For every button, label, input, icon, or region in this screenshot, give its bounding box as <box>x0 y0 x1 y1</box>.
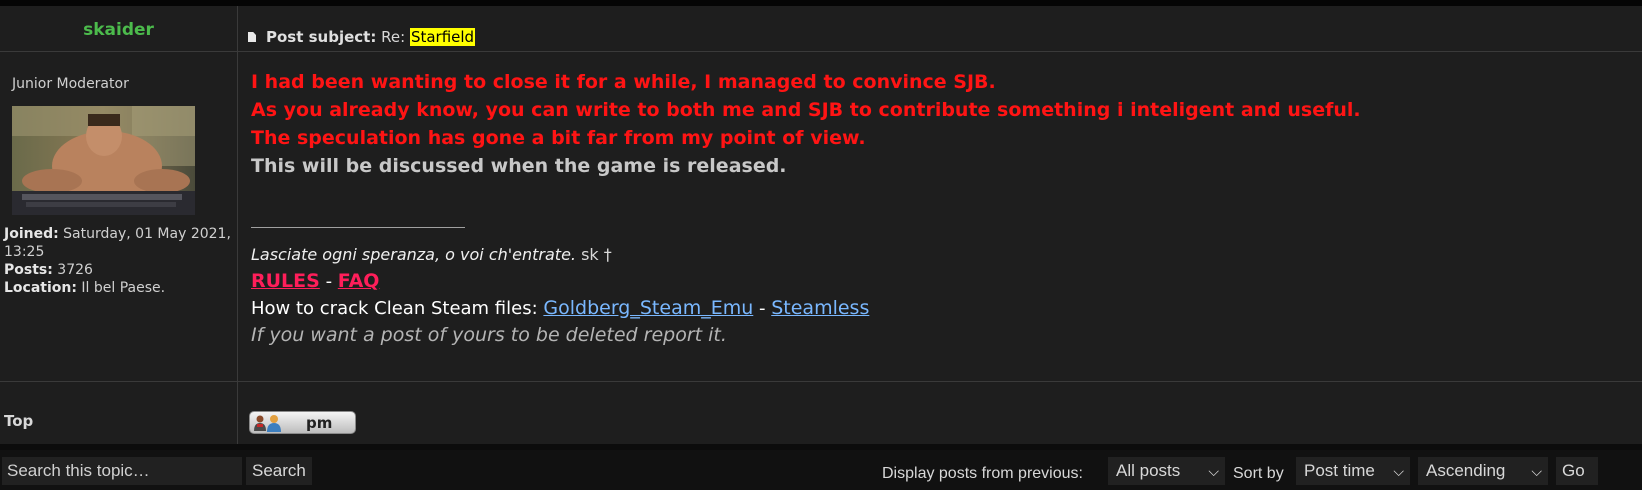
search-input[interactable]: Search this topic… <box>2 457 242 485</box>
posts-label: Posts: <box>4 262 53 278</box>
crack-text: How to crack Clean Steam files: <box>251 298 544 319</box>
location-value: Il bel Paese. <box>81 280 166 296</box>
topic-actions-bar: Search this topic… Search Display posts … <box>0 450 1642 490</box>
body-line: As you already know, you can write to bo… <box>251 99 1361 121</box>
order-value: Ascending <box>1426 461 1506 480</box>
signature-quote-suffix: sk † <box>576 245 612 264</box>
avatar <box>12 106 195 215</box>
location-label: Location: <box>4 280 77 296</box>
body-line: The speculation has gone a bit far from … <box>251 127 866 149</box>
chevron-down-icon: ⌵ <box>1208 463 1219 479</box>
signature-quote: Lasciate ogni speranza, o voi ch'entrate… <box>251 245 576 264</box>
users-icon <box>254 415 266 431</box>
goldberg-link[interactable]: Goldberg_Steam_Emu <box>543 297 753 319</box>
author-profile: Joined: Saturday, 01 May 2021, 13:25 Pos… <box>4 225 234 297</box>
rules-link[interactable]: RULES <box>251 270 320 292</box>
pm-label: pm <box>306 414 333 432</box>
sort-value: Post time <box>1304 461 1375 480</box>
sort-label: Sort by <box>1233 465 1284 482</box>
display-label: Display posts from previous: <box>882 465 1083 482</box>
joined-label: Joined: <box>4 226 59 242</box>
search-button[interactable]: Search <box>246 457 312 485</box>
faq-link[interactable]: FAQ <box>338 270 380 292</box>
order-select[interactable]: Ascending ⌵ <box>1418 457 1548 485</box>
post-container: skaider Post subject: Re: Starfield Juni… <box>0 6 1642 444</box>
subject-prefix: Re: <box>381 28 406 46</box>
dash-separator: - <box>319 271 338 292</box>
footer-divider <box>0 381 1642 382</box>
header-divider <box>0 51 1642 52</box>
subject-highlight: Starfield <box>409 28 476 46</box>
document-icon[interactable] <box>248 32 256 42</box>
sort-select[interactable]: Post time ⌵ <box>1296 457 1410 485</box>
go-button[interactable]: Go <box>1556 457 1598 485</box>
display-select[interactable]: All posts ⌵ <box>1108 457 1225 485</box>
column-divider <box>237 6 238 444</box>
post-author[interactable]: skaider <box>0 20 237 40</box>
link-separator: - <box>753 298 772 319</box>
display-value: All posts <box>1116 461 1181 480</box>
signature-divider <box>251 227 465 228</box>
post-subject: Post subject: Re: Starfield <box>248 28 476 46</box>
users-icon <box>267 415 281 432</box>
posts-value: 3726 <box>57 262 93 278</box>
post-body: I had been wanting to close it for a whi… <box>251 68 1631 180</box>
steamless-link[interactable]: Steamless <box>771 297 869 319</box>
body-line: I had been wanting to close it for a whi… <box>251 71 996 93</box>
report-text: If you want a post of yours to be delete… <box>251 324 727 346</box>
top-link[interactable]: Top <box>4 412 33 430</box>
chevron-down-icon: ⌵ <box>1531 463 1542 479</box>
body-line: This will be discussed when the game is … <box>251 155 787 177</box>
author-rank: Junior Moderator <box>12 76 129 92</box>
subject-label: Post subject: <box>266 28 377 46</box>
chevron-down-icon: ⌵ <box>1393 463 1404 479</box>
pm-button[interactable]: pm <box>249 411 356 434</box>
signature: Lasciate ogni speranza, o voi ch'entrate… <box>251 242 869 348</box>
